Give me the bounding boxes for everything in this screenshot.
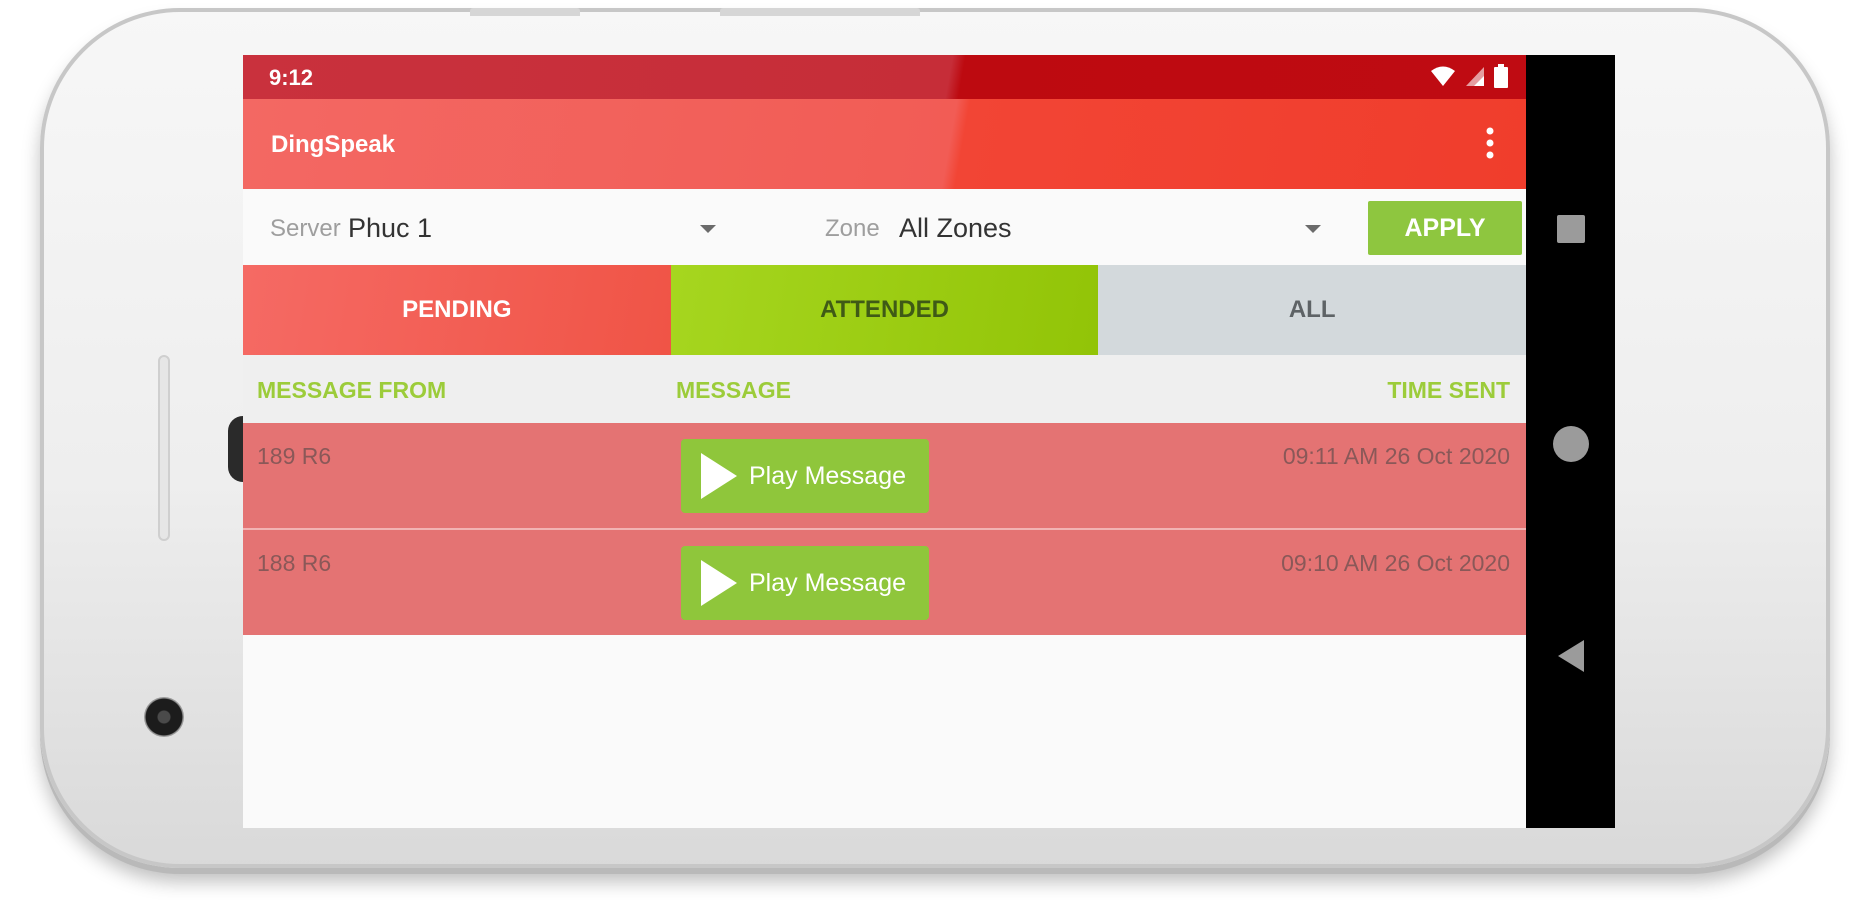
phone-top-button xyxy=(720,8,920,16)
earpiece-speaker xyxy=(158,355,170,541)
chevron-down-icon xyxy=(700,225,716,233)
recents-icon[interactable] xyxy=(1557,215,1585,243)
more-vert-icon[interactable] xyxy=(1482,123,1498,163)
time-sent: 09:11 AM 26 Oct 2020 xyxy=(1282,443,1510,469)
wifi-icon xyxy=(1431,66,1455,86)
status-time: 9:12 xyxy=(269,65,314,90)
filter-bar: Server Phuc 1 Zone All Zones APPLY xyxy=(243,189,1526,265)
home-icon[interactable] xyxy=(1553,426,1589,462)
app-window: 9:12 DingSpeak Server Phuc 1 Zone All Zo… xyxy=(243,55,1526,828)
tab-pending[interactable]: PENDING xyxy=(243,265,671,355)
table-row: 188 R6 Play Message 09:10 AM 26 Oct 2020 xyxy=(243,530,1526,635)
app-title: DingSpeak xyxy=(271,131,396,158)
play-message-label: Play Message xyxy=(749,568,907,597)
column-header-message-from: MESSAGE FROM xyxy=(257,377,447,403)
front-camera xyxy=(144,697,184,737)
status-bar: 9:12 xyxy=(243,55,1526,99)
play-icon xyxy=(701,453,737,499)
apply-button[interactable]: APPLY xyxy=(1368,201,1522,255)
tab-all[interactable]: ALL xyxy=(1098,265,1526,355)
table-header: MESSAGE FROM MESSAGE TIME SENT xyxy=(243,355,1526,423)
column-header-time-sent: TIME SENT xyxy=(1387,377,1510,403)
play-message-label: Play Message xyxy=(749,461,907,490)
chevron-down-icon xyxy=(1305,225,1321,233)
tab-attended[interactable]: ATTENDED xyxy=(670,265,1099,355)
message-from: 188 R6 xyxy=(257,550,332,576)
column-header-message: MESSAGE xyxy=(676,377,792,403)
navigation-bar xyxy=(1526,55,1615,828)
signal-icon xyxy=(1466,67,1484,86)
server-label: Server xyxy=(270,215,341,242)
play-icon xyxy=(701,560,737,606)
table-row: 189 R6 Play Message 09:11 AM 26 Oct 2020 xyxy=(243,423,1526,528)
zone-value: All Zones xyxy=(899,213,1012,243)
phone-top-button xyxy=(470,8,580,16)
server-dropdown[interactable]: Phuc 1 xyxy=(348,189,738,265)
zone-dropdown[interactable]: All Zones xyxy=(899,189,1321,265)
message-from: 189 R6 xyxy=(257,443,332,469)
app-bar: DingSpeak xyxy=(243,99,1526,189)
device-screen: 9:12 DingSpeak Server Phuc 1 Zone All Zo… xyxy=(243,55,1615,828)
time-sent: 09:10 AM 26 Oct 2020 xyxy=(1281,550,1510,576)
battery-icon xyxy=(1494,64,1508,88)
status-tabs: PENDING ATTENDED ALL xyxy=(243,265,1526,355)
play-message-button[interactable]: Play Message xyxy=(681,546,929,620)
zone-label: Zone xyxy=(825,215,880,242)
back-icon[interactable] xyxy=(1558,640,1584,672)
server-value: Phuc 1 xyxy=(348,213,433,243)
status-icons xyxy=(1430,64,1508,88)
play-message-button[interactable]: Play Message xyxy=(681,439,929,513)
device-mockup: 9:12 DingSpeak Server Phuc 1 Zone All Zo… xyxy=(0,0,1858,900)
